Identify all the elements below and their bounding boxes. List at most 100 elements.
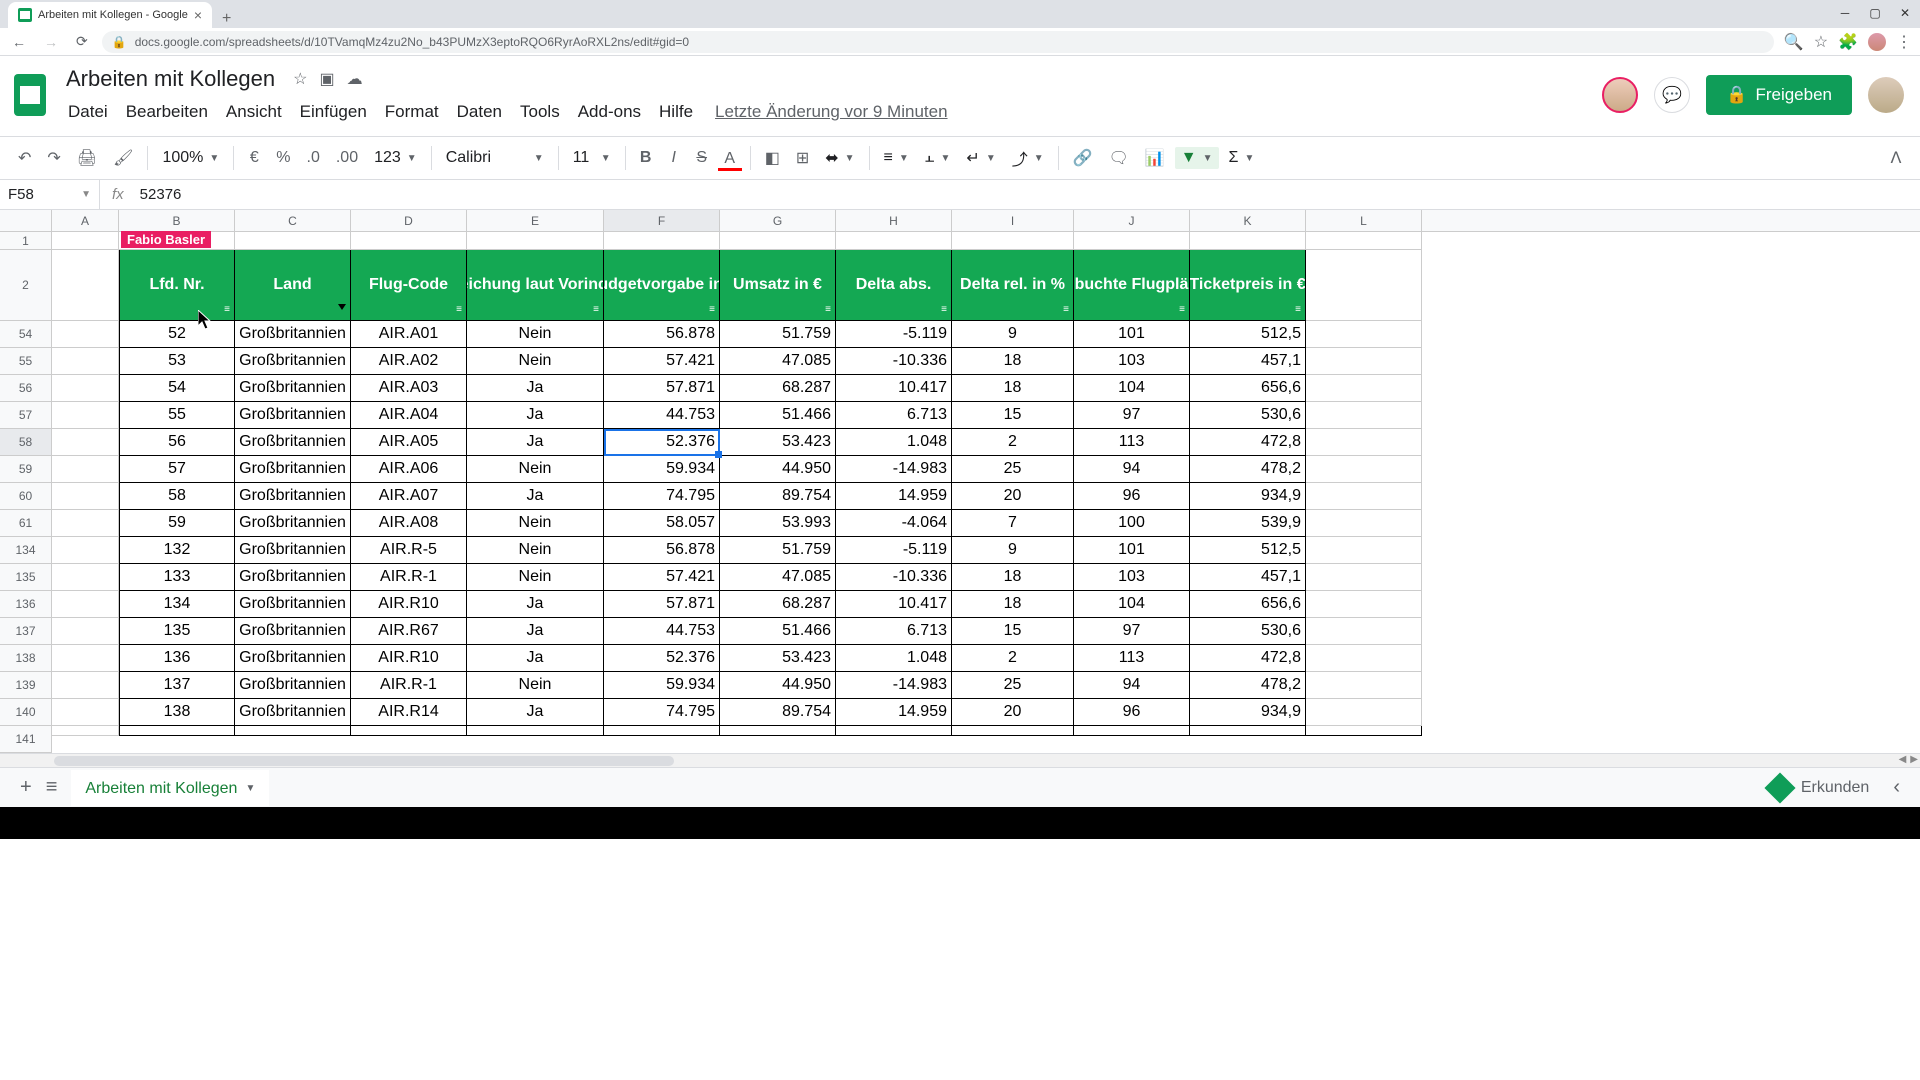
v-align-button[interactable]: ⫠▼ xyxy=(919,147,957,169)
cell[interactable]: 934,9 xyxy=(1190,699,1306,726)
cell[interactable] xyxy=(52,483,119,510)
cell[interactable]: Großbritannien xyxy=(235,618,351,645)
cell[interactable] xyxy=(1074,232,1190,250)
merge-cells-button[interactable]: ⬌▼ xyxy=(819,146,860,170)
cell[interactable]: Nein xyxy=(467,348,604,375)
row-header-136[interactable]: 136 xyxy=(0,591,52,618)
row-header-56[interactable]: 56 xyxy=(0,375,52,402)
filter-icon[interactable]: ≡ xyxy=(1063,304,1069,316)
rotate-button[interactable]: ⤴▼ xyxy=(1006,144,1050,172)
cell[interactable]: 2 xyxy=(952,645,1074,672)
filter-icon[interactable]: ≡ xyxy=(941,304,947,316)
cell[interactable]: 6.713 xyxy=(836,618,952,645)
cell[interactable]: Großbritannien xyxy=(235,375,351,402)
extensions-icon[interactable]: 🧩 xyxy=(1838,32,1858,52)
cell[interactable]: 103 xyxy=(1074,348,1190,375)
cell[interactable] xyxy=(1306,645,1422,672)
cell[interactable]: 10.417 xyxy=(836,375,952,402)
cell[interactable]: 20 xyxy=(952,699,1074,726)
italic-button[interactable]: I xyxy=(662,145,686,171)
cell[interactable] xyxy=(52,537,119,564)
filter-icon[interactable]: ≡ xyxy=(825,304,831,316)
decrease-decimal-button[interactable]: .0 xyxy=(301,145,326,171)
cell[interactable]: 133 xyxy=(119,564,235,591)
cell[interactable]: 101 xyxy=(1074,321,1190,348)
cell[interactable]: 56 xyxy=(119,429,235,456)
row-header-135[interactable]: 135 xyxy=(0,564,52,591)
cell[interactable]: AIR.A03 xyxy=(351,375,467,402)
table-header[interactable]: Zielerreichung laut Vorindikation≡ xyxy=(467,250,604,321)
cell[interactable] xyxy=(52,429,119,456)
column-header-F[interactable]: F xyxy=(604,210,720,231)
cell[interactable]: 25 xyxy=(952,456,1074,483)
cell[interactable]: 57.871 xyxy=(604,375,720,402)
cell[interactable]: Nein xyxy=(467,321,604,348)
cell[interactable] xyxy=(1074,726,1190,736)
paint-format-button[interactable]: 🖌 xyxy=(107,144,139,172)
close-tab-icon[interactable]: × xyxy=(194,7,202,23)
cell[interactable]: 1.048 xyxy=(836,645,952,672)
cell[interactable]: 9 xyxy=(952,321,1074,348)
cell[interactable]: Nein xyxy=(467,456,604,483)
row-header-134[interactable]: 134 xyxy=(0,537,52,564)
menu-bearbeiten[interactable]: Bearbeiten xyxy=(118,98,216,126)
cell[interactable] xyxy=(351,726,467,736)
filter-icon[interactable]: ≡ xyxy=(1295,304,1301,316)
cell[interactable]: 2 xyxy=(952,429,1074,456)
cell[interactable]: 14.959 xyxy=(836,699,952,726)
minimize-button[interactable]: ─ xyxy=(1830,0,1860,25)
bold-button[interactable]: B xyxy=(634,145,658,171)
reload-button[interactable]: ⟳ xyxy=(72,31,92,52)
cell[interactable]: AIR.A08 xyxy=(351,510,467,537)
filter-button[interactable]: ▼▼ xyxy=(1175,147,1219,169)
table-header[interactable]: Land xyxy=(235,250,351,321)
bookmark-icon[interactable]: ☆ xyxy=(1814,32,1828,52)
cell[interactable]: 18 xyxy=(952,564,1074,591)
cell[interactable]: 56.878 xyxy=(604,537,720,564)
cell[interactable]: 96 xyxy=(1074,483,1190,510)
cell[interactable]: Nein xyxy=(467,672,604,699)
menu-datei[interactable]: Datei xyxy=(60,98,116,126)
cell[interactable]: 539,9 xyxy=(1190,510,1306,537)
font-family-select[interactable]: Calibri▼ xyxy=(440,147,550,169)
filter-icon[interactable]: ≡ xyxy=(456,304,462,316)
horizontal-scrollbar[interactable]: ◀ ▶ xyxy=(0,753,1920,767)
wrap-button[interactable]: ↵▼ xyxy=(960,146,1001,170)
fill-color-button[interactable]: ◧ xyxy=(759,144,786,172)
currency-button[interactable]: € xyxy=(242,145,266,171)
cell[interactable]: 656,6 xyxy=(1190,591,1306,618)
cell[interactable] xyxy=(1306,250,1422,321)
cell[interactable] xyxy=(52,456,119,483)
print-button[interactable]: 🖨 xyxy=(71,144,103,172)
cell[interactable]: 44.753 xyxy=(604,402,720,429)
cell[interactable] xyxy=(467,726,604,736)
cell[interactable]: -4.064 xyxy=(836,510,952,537)
cell[interactable]: -14.983 xyxy=(836,456,952,483)
cell[interactable]: Großbritannien xyxy=(235,537,351,564)
cell[interactable]: Großbritannien xyxy=(235,483,351,510)
cell[interactable]: 52 xyxy=(119,321,235,348)
row-header-2[interactable]: 2 xyxy=(0,250,52,321)
forward-button[interactable]: → xyxy=(40,32,62,52)
cell[interactable]: 74.795 xyxy=(604,483,720,510)
star-icon[interactable]: ☆ xyxy=(293,69,307,89)
cell[interactable]: 57 xyxy=(119,456,235,483)
cell[interactable]: AIR.R67 xyxy=(351,618,467,645)
cell[interactable]: 113 xyxy=(1074,645,1190,672)
zoom-select[interactable]: 100%▼ xyxy=(156,147,225,169)
cell[interactable] xyxy=(52,672,119,699)
cell[interactable]: 52.376 xyxy=(604,645,720,672)
cell[interactable] xyxy=(235,232,351,250)
cell[interactable]: 10.417 xyxy=(836,591,952,618)
cell[interactable]: Ja xyxy=(467,618,604,645)
filter-icon[interactable]: ≡ xyxy=(709,304,715,316)
filter-icon[interactable]: ≡ xyxy=(593,304,599,316)
cell[interactable] xyxy=(52,375,119,402)
table-header[interactable]: Umsatz in €≡ xyxy=(720,250,836,321)
row-header-137[interactable]: 137 xyxy=(0,618,52,645)
zoom-icon[interactable]: 🔍 xyxy=(1784,32,1804,52)
cell[interactable]: 57.421 xyxy=(604,348,720,375)
cell[interactable]: Ja xyxy=(467,375,604,402)
cell[interactable]: 7 xyxy=(952,510,1074,537)
url-input[interactable]: 🔒 docs.google.com/spreadsheets/d/10TVamq… xyxy=(102,31,1774,53)
